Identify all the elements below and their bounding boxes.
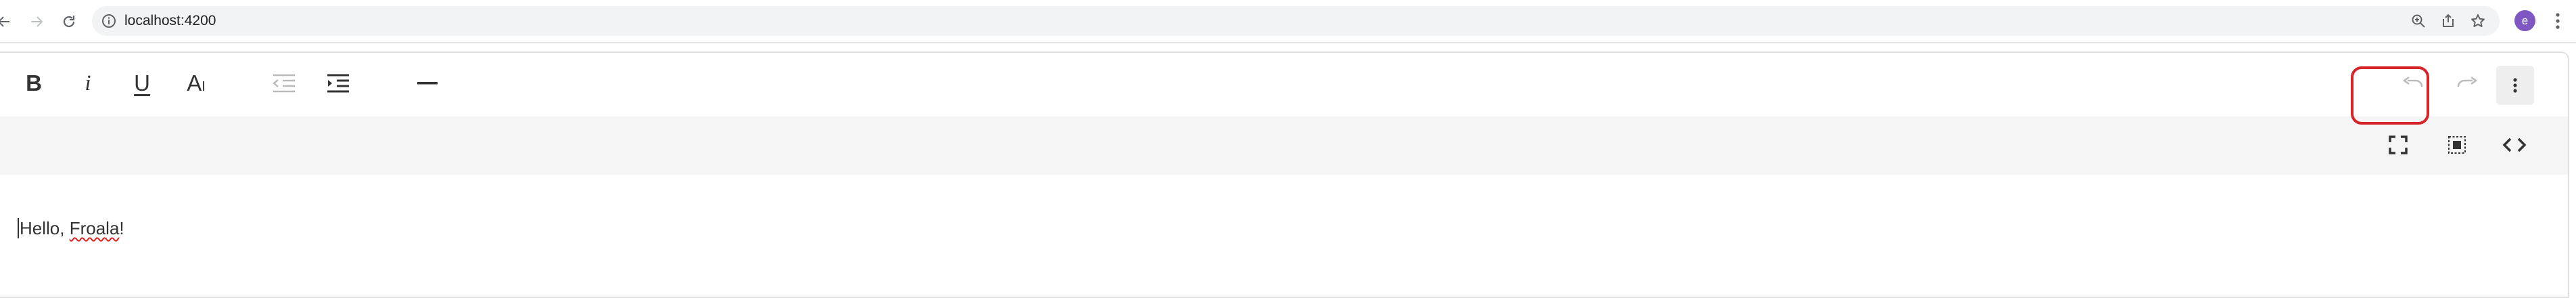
content-text-before: Hello, [20,218,70,238]
url-text[interactable]: localhost:4200 [124,13,216,29]
code-view-button[interactable] [2496,126,2533,164]
select-all-icon [2448,136,2466,154]
arrow-right-icon [31,16,43,27]
content-text-after: ! [119,218,124,238]
text-caret [18,218,19,238]
profile-avatar[interactable]: e [2514,10,2535,31]
more-vertical-icon [2513,78,2517,93]
site-info-icon[interactable] [101,14,116,32]
avatar-letter: e [2521,14,2529,27]
italic-label: i [85,70,91,95]
more-misc-button[interactable] [2496,66,2534,105]
text-format-sub: I [202,79,206,94]
redo-button[interactable] [2448,66,2486,100]
fullscreen-icon [2389,135,2408,154]
indent-button[interactable] [319,66,357,100]
fullscreen-highlight-box [2351,66,2429,125]
browser-chrome: localhost:4200 e [0,0,2576,42]
underline-button[interactable]: U [123,66,161,100]
outdent-icon [273,74,295,93]
bookmark-star-icon[interactable] [2467,10,2489,32]
reload-button[interactable] [55,8,83,35]
fullscreen-button[interactable] [2379,126,2417,164]
share-icon[interactable] [2437,10,2459,32]
redo-icon [2457,77,2478,87]
address-bar[interactable]: localhost:4200 [92,6,2500,36]
chrome-divider [0,42,2576,43]
misspelled-word[interactable]: Froala [70,218,120,238]
text-format-button[interactable]: AI [177,66,215,100]
outdent-button[interactable] [265,66,303,100]
insert-hr-button[interactable] [408,66,446,100]
italic-button[interactable]: i [69,66,107,100]
bold-label: B [26,70,42,95]
browser-menu-icon[interactable] [2550,10,2566,32]
horizontal-line-icon [417,82,438,85]
underline-label: U [134,70,150,95]
zoom-icon[interactable] [2408,10,2429,32]
indent-icon [327,74,349,93]
text-format-label: A [187,70,202,95]
forward-button[interactable] [23,8,50,35]
editor-content[interactable]: Hello, Froala! [18,218,124,239]
froala-editor: B i U AI Hello, Froala! [0,51,2569,298]
arrow-left-icon [0,16,9,27]
bold-button[interactable]: B [15,66,53,100]
code-view-icon [2502,137,2527,152]
select-all-button[interactable] [2438,126,2476,164]
reload-icon [63,16,75,28]
editor-toolbar: B i U AI [0,53,2568,116]
back-button[interactable] [0,8,18,35]
more-toolbar [0,116,2568,175]
